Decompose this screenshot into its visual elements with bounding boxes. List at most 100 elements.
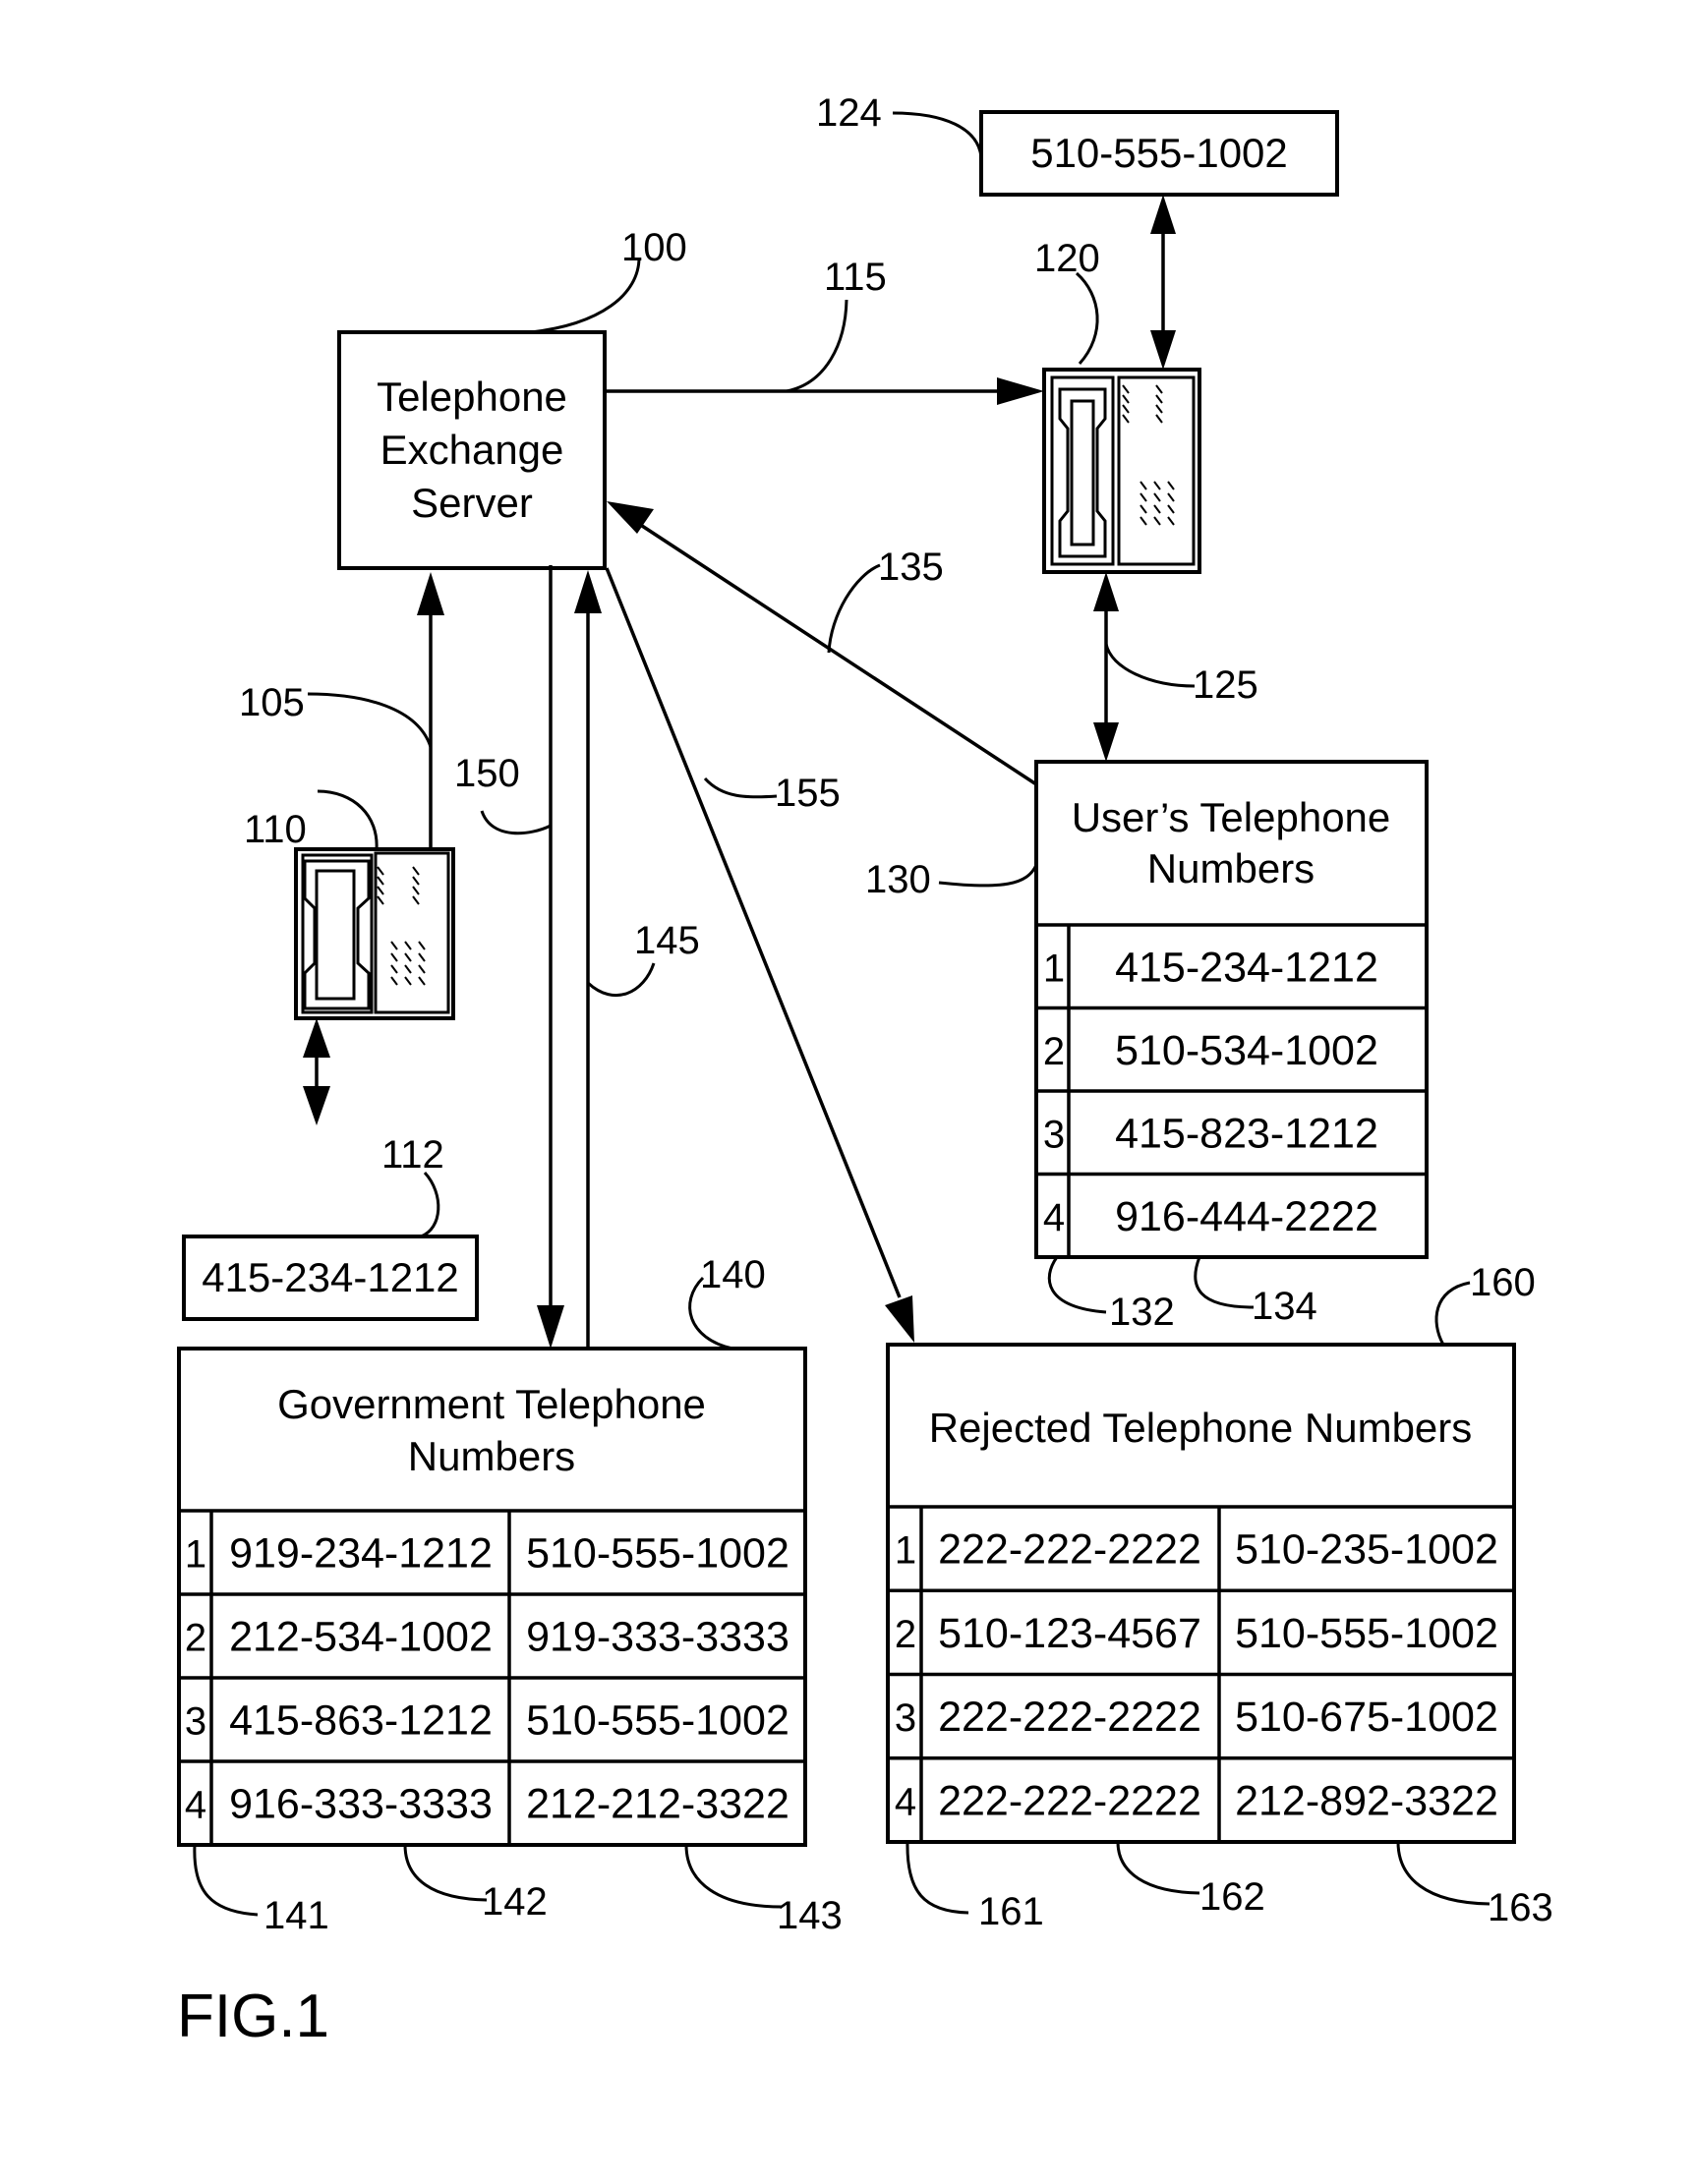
patent-figure: Telephone Exchange Server 100 510-555-10… [177,91,1553,2050]
ref-120: 120 [1034,237,1100,280]
row-index: 2 [1043,1030,1065,1073]
leader-155 [703,776,778,799]
ref-143: 143 [777,1894,843,1937]
ref-134: 134 [1252,1285,1317,1328]
government-telephone-table: Government Telephone Numbers 1 919-234-12… [177,1347,807,1847]
leader-142 [403,1844,488,1902]
number-124-text: 510-555-1002 [1030,130,1288,176]
gov-table-title-line-1: Government Telephone [277,1381,706,1427]
phone-number-cell: 510-555-1002 [526,1697,789,1745]
phone-number-cell: 510-235-1002 [1235,1526,1498,1574]
phone-number-cell: 916-444-2222 [1115,1193,1378,1240]
table-row: 1 919-234-1212 510-555-1002 [185,1530,789,1578]
leader-125 [1104,643,1196,688]
row-index: 1 [895,1529,916,1573]
number-box-124: 510-555-1002 [979,110,1339,197]
phone-number-cell: 510-534-1002 [1115,1027,1378,1074]
leader-132 [1047,1256,1107,1314]
leader-115 [786,299,848,393]
connection-125 [1093,572,1119,762]
connection-105 [417,572,444,849]
ref-135: 135 [878,546,944,589]
phone-number-cell: 919-333-3333 [526,1614,789,1661]
server-label-line-1: Telephone [377,374,567,420]
telephone-icon-120 [1042,368,1201,574]
phone-number-cell: 415-823-1212 [1115,1110,1378,1157]
table-row: 1 222-222-2222 510-235-1002 [895,1526,1498,1574]
leader-120 [1076,271,1099,366]
ref-115: 115 [824,256,887,299]
phone-number-cell: 415-863-1212 [229,1697,493,1745]
phone-number-cell: 510-123-4567 [938,1610,1201,1657]
row-index: 1 [185,1533,206,1577]
ref-150: 150 [454,752,520,795]
ref-132: 132 [1109,1291,1175,1334]
leader-141 [193,1844,259,1917]
number-box-112: 415-234-1212 [182,1235,479,1321]
leader-112 [420,1171,440,1238]
ref-105: 105 [239,681,305,724]
ref-124: 124 [816,91,882,135]
leader-162 [1116,1841,1200,1895]
ref-140: 140 [700,1253,766,1296]
arrow-124-120 [1150,195,1176,370]
ref-160: 160 [1470,1261,1536,1304]
leader-161 [906,1841,969,1915]
row-index: 4 [895,1780,916,1823]
ref-145: 145 [634,919,700,962]
rejected-table-title: Rejected Telephone Numbers [929,1405,1473,1451]
phone-number-cell: 919-234-1212 [229,1530,493,1578]
row-index: 4 [1043,1196,1065,1239]
phone-number-cell: 916-333-3333 [229,1781,493,1828]
phone-number-cell: 510-555-1002 [526,1530,789,1578]
row-index: 3 [895,1696,916,1740]
server-label-line-2: Exchange [380,427,564,473]
arrow-110-112 [303,1018,330,1125]
users-telephone-table: User’s Telephone Numbers 1 415-234-1212 2 5… [1034,760,1429,1259]
gov-table-title-line-2: Numbers [408,1433,575,1479]
leader-130 [938,864,1038,888]
phone-number-cell: 222-222-2222 [938,1526,1201,1574]
ref-141: 141 [263,1894,329,1937]
connection-145 [574,570,602,1349]
ref-112: 112 [381,1133,444,1177]
leader-110 [317,789,379,850]
phone-number-cell: 212-892-3322 [1235,1777,1498,1824]
leader-145 [586,962,656,998]
phone-number-cell: 222-222-2222 [938,1694,1201,1741]
rejected-telephone-table: Rejected Telephone Numbers 1 222-222-2222… [886,1343,1516,1844]
connection-135 [607,501,1037,786]
ref-155: 155 [775,772,841,815]
row-index: 3 [1043,1113,1065,1156]
figure-label: FIG.1 [177,1983,329,2050]
row-index: 2 [185,1617,206,1660]
leader-150 [480,810,552,835]
users-table-title-line-1: User’s Telephone [1072,794,1391,840]
leader-134 [1194,1256,1255,1309]
leader-143 [684,1844,783,1909]
connection-115 [605,377,1044,405]
phone-number-cell: 212-534-1002 [229,1614,493,1661]
ref-125: 125 [1193,663,1258,707]
telephone-exchange-server: Telephone Exchange Server [337,330,607,570]
ref-163: 163 [1488,1886,1553,1929]
ref-162: 162 [1199,1875,1265,1919]
row-index: 4 [185,1784,206,1827]
leader-105 [307,692,433,748]
phone-number-cell: 222-222-2222 [938,1777,1201,1824]
leader-124 [892,111,983,158]
phone-number-cell: 212-212-3322 [526,1781,789,1828]
ref-110: 110 [244,808,307,851]
row-index: 1 [1043,947,1065,990]
ref-142: 142 [482,1880,548,1924]
leader-160 [1434,1281,1471,1346]
users-table-title-line-2: Numbers [1147,845,1315,891]
phone-number-cell: 415-234-1212 [1115,944,1378,991]
ref-161: 161 [978,1890,1044,1933]
connection-150 [537,565,564,1349]
row-index: 2 [895,1613,916,1656]
phone-number-cell: 510-675-1002 [1235,1694,1498,1741]
number-112-text: 415-234-1212 [202,1254,459,1300]
phone-number-cell: 510-555-1002 [1235,1610,1498,1657]
ref-130: 130 [865,858,931,901]
